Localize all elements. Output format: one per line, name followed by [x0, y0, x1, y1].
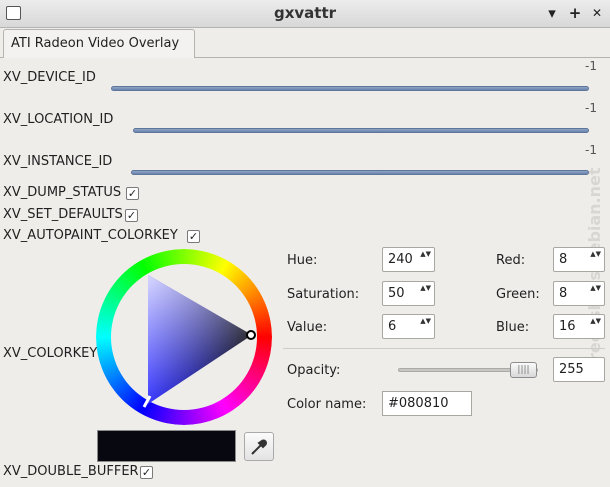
eyedropper-button[interactable] — [244, 432, 274, 461]
maximize-button[interactable]: + — [566, 4, 584, 22]
green-spinbutton[interactable]: 8 ▲▼ — [553, 281, 605, 306]
hue-value: 240 — [388, 252, 413, 267]
instance-id-label: XV_INSTANCE_ID — [3, 154, 113, 169]
double-buffer-checkbox[interactable]: ✓ — [140, 466, 153, 479]
location-id-value: -1 — [585, 101, 597, 115]
red-label: Red: — [496, 253, 526, 268]
dump-status-checkbox[interactable]: ✓ — [126, 187, 139, 200]
close-button[interactable]: ✕ — [588, 4, 606, 22]
separator — [283, 348, 605, 349]
opacity-label: Opacity: — [287, 363, 341, 378]
instance-id-slider[interactable] — [131, 170, 589, 175]
app-icon — [6, 6, 21, 20]
value-spin-arrows[interactable]: ▲▼ — [420, 316, 431, 326]
instance-id-value: -1 — [585, 143, 597, 157]
green-label: Green: — [496, 287, 540, 302]
tab-ati-radeon[interactable]: ATI Radeon Video Overlay — [3, 29, 195, 58]
device-id-label: XV_DEVICE_ID — [3, 70, 96, 85]
red-spin-arrows[interactable]: ▲▼ — [590, 249, 601, 259]
color-name-input[interactable]: #080810 — [382, 391, 472, 416]
hue-spinbutton[interactable]: 240 ▲▼ — [382, 247, 435, 272]
eyedropper-icon — [251, 439, 267, 455]
green-value: 8 — [559, 286, 568, 301]
device-id-value: -1 — [585, 59, 597, 73]
title-bar: gxvattr ▾ + ✕ — [0, 0, 610, 28]
red-value: 8 — [559, 252, 568, 267]
hue-label: Hue: — [287, 253, 318, 268]
saturation-spinbutton[interactable]: 50 ▲▼ — [382, 281, 435, 306]
hue-wheel[interactable] — [96, 249, 272, 425]
opacity-value: 255 — [559, 362, 584, 377]
minimize-button[interactable]: ▾ — [543, 4, 561, 22]
blue-spin-arrows[interactable]: ▲▼ — [590, 316, 601, 326]
double-buffer-label: XV_DOUBLE_BUFFER — [3, 464, 139, 479]
saturation-spin-arrows[interactable]: ▲▼ — [420, 283, 431, 293]
location-id-label: XV_LOCATION_ID — [3, 112, 114, 127]
value-spinbutton[interactable]: 6 ▲▼ — [382, 314, 435, 339]
value-label: Value: — [287, 320, 328, 335]
saturation-label: Saturation: — [287, 287, 360, 302]
color-name-label: Color name: — [287, 397, 367, 412]
green-spin-arrows[interactable]: ▲▼ — [590, 283, 601, 293]
window-title: gxvattr — [273, 4, 337, 22]
blue-label: Blue: — [496, 320, 530, 335]
color-marker — [246, 330, 256, 340]
saturation-value: 50 — [388, 286, 405, 301]
set-defaults-label: XV_SET_DEFAULTS — [3, 207, 123, 222]
autopaint-colorkey-checkbox[interactable]: ✓ — [187, 230, 200, 243]
dump-status-label: XV_DUMP_STATUS — [3, 185, 122, 200]
value-value: 6 — [388, 319, 397, 334]
blue-value: 16 — [559, 319, 576, 334]
hue-spin-arrows[interactable]: ▲▼ — [420, 249, 431, 259]
set-defaults-checkbox[interactable]: ✓ — [125, 209, 138, 222]
location-id-slider[interactable] — [133, 128, 589, 133]
opacity-field[interactable]: 255 — [553, 357, 605, 382]
colorkey-label: XV_COLORKEY — [3, 346, 98, 361]
red-spinbutton[interactable]: 8 ▲▼ — [553, 247, 605, 272]
device-id-slider[interactable] — [111, 86, 589, 91]
opacity-slider-thumb[interactable]: |||| — [510, 362, 537, 378]
current-color-swatch — [97, 430, 236, 462]
autopaint-colorkey-label: XV_AUTOPAINT_COLORKEY — [3, 228, 178, 243]
blue-spinbutton[interactable]: 16 ▲▼ — [553, 314, 605, 339]
